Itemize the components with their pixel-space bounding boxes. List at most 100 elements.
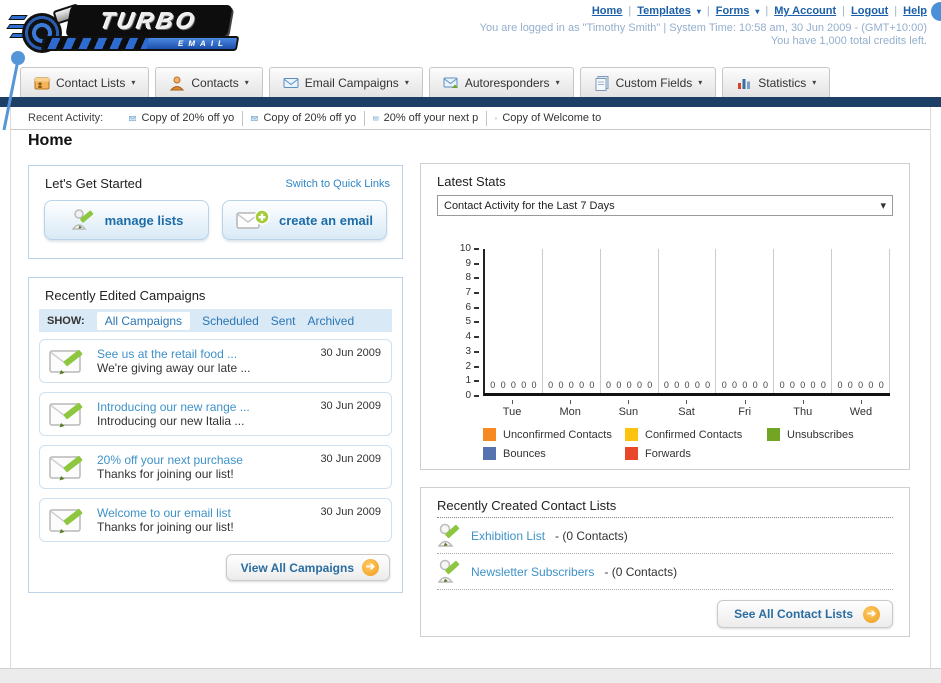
chart-day-column: 00000	[601, 249, 659, 393]
contact-list-link[interactable]: Exhibition List	[471, 529, 545, 543]
legend-swatch	[483, 428, 496, 441]
legend-item: Unconfirmed Contacts	[483, 428, 625, 441]
switch-to-quick-links[interactable]: Switch to Quick Links	[285, 178, 390, 190]
campaign-date: 30 Jun 2009	[320, 453, 381, 465]
nav-separator	[707, 5, 710, 17]
legend-swatch	[767, 428, 780, 441]
y-tick-label: 1	[465, 376, 479, 386]
x-axis-label: Mon	[541, 400, 599, 418]
filter-sent[interactable]: Sent	[271, 314, 296, 328]
get-started-buttons: manage lists create an email	[44, 200, 387, 240]
campaign-row[interactable]: See us at the retail food ... We're givi…	[39, 339, 392, 383]
envelope-icon	[495, 117, 498, 119]
x-axis-label: Fri	[716, 400, 774, 418]
data-point-value: 0	[579, 380, 585, 390]
nav-separator	[842, 5, 845, 17]
data-point-value: 0	[779, 380, 785, 390]
nav-separator	[765, 5, 768, 17]
nav-link-my-account[interactable]: My Account	[774, 5, 836, 17]
y-tick-label: 3	[465, 346, 479, 357]
nav-link-help[interactable]: Help	[903, 5, 927, 17]
y-tick-label: 9	[465, 258, 479, 269]
envelope-plus-icon	[236, 209, 270, 229]
data-point-values: 00000	[774, 380, 831, 390]
tab-contact-lists[interactable]: Contact Lists ▾	[20, 67, 150, 97]
envelope-pencil-icon	[49, 508, 83, 534]
chart-day-column: 00000	[485, 249, 543, 393]
contact-list-link[interactable]: Newsletter Subscribers	[471, 565, 594, 579]
contact-lists-title: Recently Created Contact Lists	[437, 498, 617, 513]
chart-plot-area: 00000000000000000000000000000000000	[483, 249, 891, 396]
main-nav-tabs: Contact Lists ▾ Contacts ▾ Email Campaig…	[20, 67, 941, 97]
tab-statistics[interactable]: Statistics ▾	[722, 67, 831, 97]
legend-label: Bounces	[503, 447, 546, 460]
latest-stats-panel: Latest Stats Contact Activity for the La…	[420, 163, 910, 470]
logo-stripes	[43, 38, 149, 49]
nav-separator	[894, 5, 897, 17]
campaign-date: 30 Jun 2009	[320, 347, 381, 359]
campaign-list: See us at the retail food ... We're givi…	[39, 339, 392, 551]
chevron-down-icon: ▾	[696, 6, 701, 16]
chart-day-column: 00000	[716, 249, 775, 393]
manage-lists-button[interactable]: manage lists	[44, 200, 209, 240]
data-point-value: 0	[837, 380, 843, 390]
filter-archived[interactable]: Archived	[307, 314, 354, 328]
manage-lists-label: manage lists	[104, 212, 184, 228]
recent-activity-item[interactable]: Copy of 20% off yo	[243, 110, 366, 126]
envelope-pencil-icon	[49, 349, 83, 375]
tab-autoresponders[interactable]: Autoresponders ▾	[428, 67, 574, 97]
recent-activity-item[interactable]: Copy of 20% off yo	[121, 110, 244, 126]
filter-all-campaigns[interactable]: All Campaigns	[96, 311, 191, 330]
data-point-value: 0	[847, 380, 853, 390]
contact-list-row[interactable]: Newsletter Subscribers - (0 Contacts)	[437, 554, 893, 590]
show-label: SHOW:	[47, 314, 85, 327]
pages-icon	[595, 75, 609, 91]
tab-contacts[interactable]: Contacts ▾	[155, 67, 263, 97]
recent-activity-text: 20% off your next p	[383, 112, 479, 124]
stats-period-select[interactable]: Contact Activity for the Last 7 Days	[437, 195, 893, 216]
data-point-value: 0	[558, 380, 564, 390]
view-all-campaigns-button[interactable]: View All Campaigns	[225, 554, 390, 581]
nav-link-logout[interactable]: Logout	[851, 5, 888, 17]
data-point-value: 0	[868, 380, 874, 390]
recent-activity-item[interactable]: 20% off your next p	[365, 110, 488, 126]
legend-label: Forwards	[645, 447, 691, 460]
envelope-pencil-icon	[49, 455, 83, 481]
campaign-row[interactable]: Introducing our new range ... Introducin…	[39, 392, 392, 436]
campaign-row[interactable]: Welcome to our email list Thanks for joi…	[39, 498, 392, 542]
recent-campaigns-panel: Recently Edited Campaigns SHOW: All Camp…	[28, 277, 403, 593]
pin-decoration	[2, 51, 25, 131]
chart-day-column: 00000	[543, 249, 601, 393]
recent-activity-item[interactable]: Copy of Welcome to	[487, 111, 609, 126]
campaign-date: 30 Jun 2009	[320, 506, 381, 518]
chart-day-column: 00000	[659, 249, 717, 393]
tab-custom-fields[interactable]: Custom Fields ▾	[579, 67, 717, 97]
contact-list-row[interactable]: Exhibition List - (0 Contacts)	[437, 518, 893, 554]
person-icon	[170, 76, 185, 90]
envelope-arrow-icon	[443, 77, 458, 88]
nav-link-home[interactable]: Home	[592, 5, 623, 17]
data-point-value: 0	[694, 380, 700, 390]
create-email-button[interactable]: create an email	[222, 200, 387, 240]
nav-link-forms[interactable]: Forms	[716, 5, 750, 17]
y-tick-label: 2	[465, 361, 479, 372]
chevron-down-icon: ▾	[131, 78, 136, 87]
logo-flame-icon	[8, 15, 28, 20]
legend-label: Confirmed Contacts	[645, 428, 743, 441]
data-point-value: 0	[684, 380, 690, 390]
tab-label: Email Campaigns	[304, 75, 399, 90]
recent-activity-label: Recent Activity:	[28, 112, 104, 124]
recent-activity-bar: Recent Activity: Copy of 20% off yo Copy…	[11, 107, 930, 130]
help-bubble-icon[interactable]	[931, 2, 941, 21]
envelope-icon	[283, 77, 299, 88]
chevron-down-icon: ▾	[698, 78, 703, 87]
tab-email-campaigns[interactable]: Email Campaigns ▾	[268, 67, 423, 97]
campaign-row[interactable]: 20% off your next purchase Thanks for jo…	[39, 445, 392, 489]
data-point-value: 0	[721, 380, 727, 390]
arrow-right-icon	[863, 605, 880, 623]
filter-scheduled[interactable]: Scheduled	[202, 314, 259, 328]
nav-link-templates[interactable]: Templates	[637, 5, 691, 17]
legend-swatch	[625, 447, 638, 460]
see-all-contact-lists-button[interactable]: See All Contact Lists	[717, 600, 893, 628]
logo-text-turbo: TURBO	[98, 7, 200, 34]
